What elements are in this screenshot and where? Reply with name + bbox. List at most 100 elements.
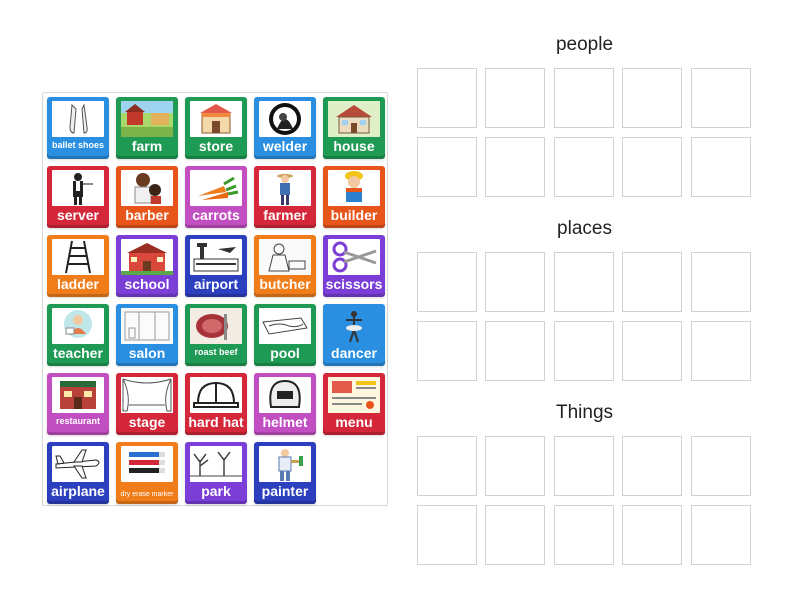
helmet-icon — [259, 377, 311, 413]
card-label: scissors — [325, 276, 383, 292]
card-server[interactable]: server — [47, 166, 109, 228]
server-icon — [52, 170, 104, 206]
drop-slot-things-8[interactable] — [554, 505, 614, 565]
carrots-icon — [190, 170, 242, 206]
card-stage[interactable]: stage — [116, 373, 178, 435]
stage-icon — [121, 377, 173, 413]
card-label: painter — [261, 483, 309, 499]
card-menu[interactable]: menu — [323, 373, 385, 435]
builder-icon — [328, 170, 380, 206]
card-label: stage — [128, 414, 166, 430]
drop-slot-places-4[interactable] — [622, 252, 682, 312]
card-roast-beef[interactable]: roast beef — [185, 304, 247, 366]
butcher-icon — [259, 239, 311, 275]
card-label: farm — [131, 138, 163, 154]
card-hard-hat[interactable]: hard hat — [185, 373, 247, 435]
card-label: dry erase marker — [120, 491, 174, 498]
card-label: farmer — [263, 207, 307, 223]
card-label: ballet shoes — [51, 140, 105, 150]
dry-erase-marker-icon — [121, 446, 173, 482]
card-store[interactable]: store — [185, 97, 247, 159]
card-teacher[interactable]: teacher — [47, 304, 109, 366]
drop-slot-places-8[interactable] — [554, 321, 614, 381]
card-barber[interactable]: barber — [116, 166, 178, 228]
drop-slot-places-1[interactable] — [417, 252, 477, 312]
card-dancer[interactable]: dancer — [323, 304, 385, 366]
store-icon — [190, 101, 242, 137]
drop-slot-people-4[interactable] — [622, 68, 682, 128]
card-scissors[interactable]: scissors — [323, 235, 385, 297]
card-school[interactable]: school — [116, 235, 178, 297]
drop-slot-people-6[interactable] — [417, 137, 477, 197]
drop-slot-things-2[interactable] — [485, 436, 545, 496]
park-icon — [190, 446, 242, 482]
card-label: menu — [335, 414, 373, 430]
card-welder[interactable]: welder — [254, 97, 316, 159]
drop-slot-things-3[interactable] — [554, 436, 614, 496]
card-airplane[interactable]: airplane — [47, 442, 109, 504]
card-farmer[interactable]: farmer — [254, 166, 316, 228]
roast-beef-icon — [190, 308, 242, 344]
drop-slot-things-5[interactable] — [691, 436, 751, 496]
card-butcher[interactable]: butcher — [254, 235, 316, 297]
drop-slot-places-2[interactable] — [485, 252, 545, 312]
card-label: teacher — [53, 345, 103, 361]
card-label: butcher — [259, 276, 311, 292]
card-ballet-shoes[interactable]: ballet shoes — [47, 97, 109, 159]
drop-slot-places-6[interactable] — [417, 321, 477, 381]
pool-icon — [259, 308, 311, 344]
airplane-icon — [52, 446, 104, 482]
card-helmet[interactable]: helmet — [254, 373, 316, 435]
drop-slot-people-9[interactable] — [622, 137, 682, 197]
painter-icon — [259, 446, 311, 482]
drop-slot-things-9[interactable] — [622, 505, 682, 565]
drop-slot-people-7[interactable] — [485, 137, 545, 197]
card-salon[interactable]: salon — [116, 304, 178, 366]
drop-slot-people-2[interactable] — [485, 68, 545, 128]
drop-slot-places-3[interactable] — [554, 252, 614, 312]
card-label: carrots — [192, 207, 240, 223]
card-ladder[interactable]: ladder — [47, 235, 109, 297]
drop-slot-people-8[interactable] — [554, 137, 614, 197]
drop-slot-things-7[interactable] — [485, 505, 545, 565]
menu-icon — [328, 377, 380, 413]
drop-slot-people-3[interactable] — [554, 68, 614, 128]
card-airport[interactable]: airport — [185, 235, 247, 297]
welder-icon — [259, 101, 311, 137]
group-title-people: people — [555, 34, 614, 55]
card-label: server — [56, 207, 100, 223]
drop-slot-things-10[interactable] — [691, 505, 751, 565]
ladder-icon — [52, 239, 104, 275]
card-carrots[interactable]: carrots — [185, 166, 247, 228]
card-label: welder — [262, 138, 308, 154]
card-restaurant[interactable]: restaurant — [47, 373, 109, 435]
group-title-things: Things — [555, 402, 614, 423]
card-farm[interactable]: farm — [116, 97, 178, 159]
card-pool[interactable]: pool — [254, 304, 316, 366]
drop-slot-things-4[interactable] — [622, 436, 682, 496]
card-label: builder — [330, 207, 378, 223]
house-icon — [328, 101, 380, 137]
card-builder[interactable]: builder — [323, 166, 385, 228]
farmer-icon — [259, 170, 311, 206]
drop-slot-places-7[interactable] — [485, 321, 545, 381]
restaurant-icon — [52, 377, 104, 413]
card-label: airport — [193, 276, 239, 292]
scissors-icon — [328, 239, 380, 275]
group-title-places: places — [557, 218, 612, 239]
drop-slot-places-5[interactable] — [691, 252, 751, 312]
drop-slot-things-6[interactable] — [417, 505, 477, 565]
drop-slot-places-9[interactable] — [622, 321, 682, 381]
farm-icon — [121, 101, 173, 137]
card-label: airplane — [51, 483, 105, 499]
card-dry-erase-marker[interactable]: dry erase marker — [116, 442, 178, 504]
drop-slot-people-10[interactable] — [691, 137, 751, 197]
drop-slot-people-1[interactable] — [417, 68, 477, 128]
card-house[interactable]: house — [323, 97, 385, 159]
school-icon — [121, 239, 173, 275]
card-park[interactable]: park — [185, 442, 247, 504]
drop-slot-places-10[interactable] — [691, 321, 751, 381]
drop-slot-people-5[interactable] — [691, 68, 751, 128]
drop-slot-things-1[interactable] — [417, 436, 477, 496]
card-painter[interactable]: painter — [254, 442, 316, 504]
